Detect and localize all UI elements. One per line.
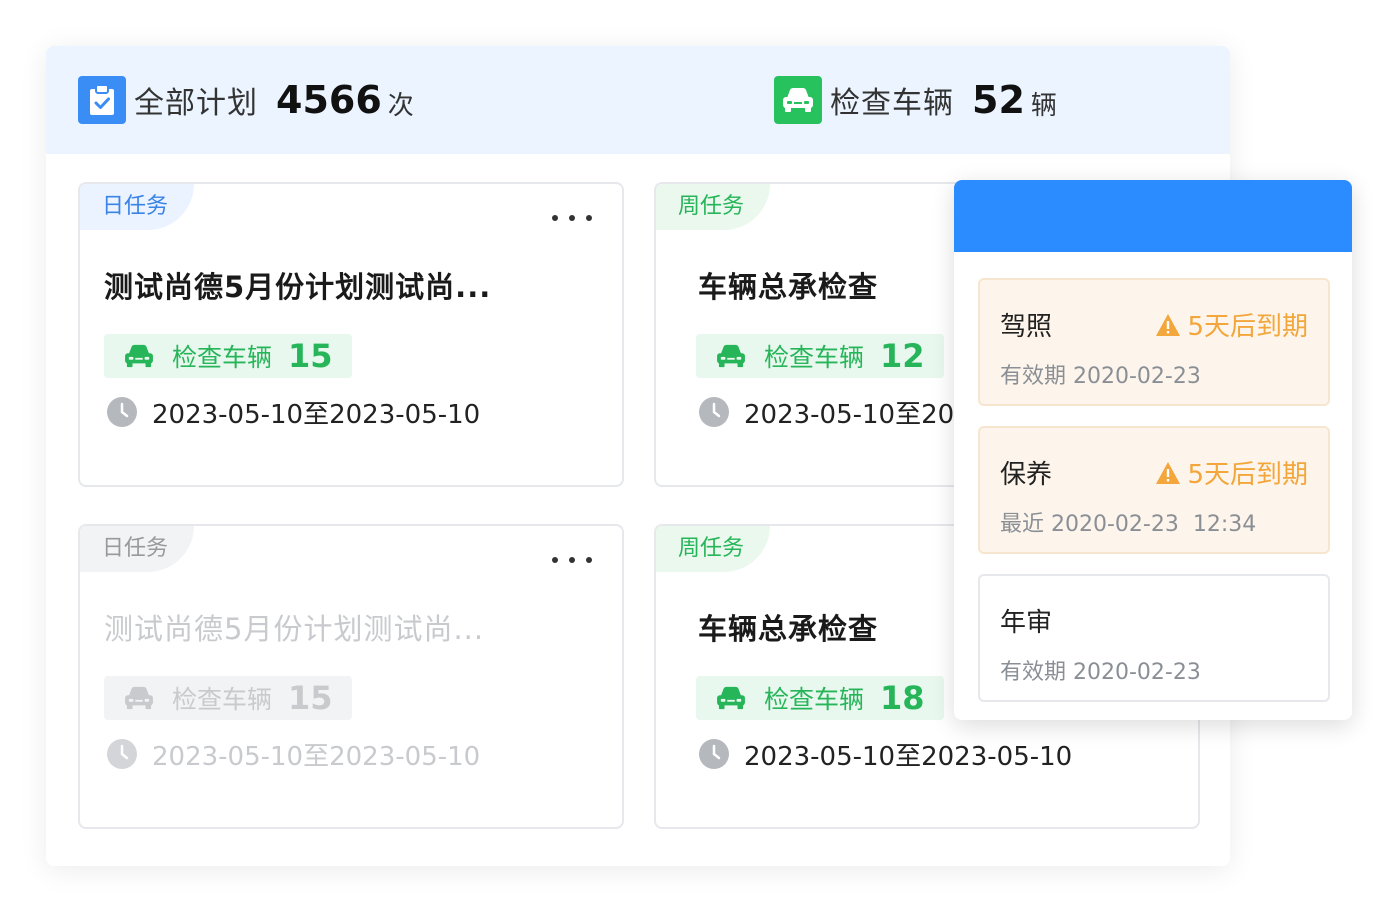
vehicle-label: 检查车辆 (764, 685, 865, 714)
task-type-tag: 周任务 (656, 526, 770, 572)
item-subtext: 最近 2020-02-23 12:34 (1000, 512, 1257, 537)
item-subtext: 有效期 2020-02-23 (1000, 364, 1201, 389)
car-icon (125, 344, 153, 368)
clipboard-check-icon (78, 76, 126, 124)
task-type-tag: 日任务 (80, 526, 194, 572)
warning-icon (1156, 461, 1181, 484)
clock-icon (107, 397, 137, 427)
vehicle-count-chip[interactable]: 检查车辆 15 (104, 334, 352, 378)
warning-icon (1156, 313, 1181, 336)
date-range: 2023-05-10至2023-05-10 (106, 394, 480, 430)
warning-text: 5天后到期 (1187, 312, 1308, 342)
car-icon (774, 76, 822, 124)
item-name: 年审 (1000, 608, 1053, 638)
total-plans-stat: 全部计划 4566 次 (78, 76, 414, 124)
date-text: 2023-05-10至20 (744, 399, 955, 430)
clock-icon (107, 739, 137, 769)
vehicle-count-chip[interactable]: 检查车辆 12 (696, 334, 944, 378)
summary-bar: 全部计划 4566 次 检查车辆 52 辆 (46, 46, 1230, 154)
more-options-button[interactable] (552, 210, 592, 226)
date-text: 2023-05-10至2023-05-10 (744, 741, 1073, 772)
expiry-warning: 5天后到期 (1155, 306, 1308, 343)
license-status-item[interactable]: 驾照 5天后到期 有效期 2020-02-23 (978, 278, 1330, 406)
vehicle-count: 15 (288, 337, 333, 375)
task-card-disabled[interactable]: 日任务 测试尚德5月份计划测试尚... 检查车辆 15 2023-05-10至2… (78, 524, 624, 829)
vehicle-count: 15 (288, 679, 333, 717)
clock-icon (699, 739, 729, 769)
vehicle-count: 12 (880, 337, 925, 375)
vehicle-label: 检查车辆 (172, 343, 273, 372)
date-text: 2023-05-10至2023-05-10 (152, 741, 481, 772)
annual-inspection-item[interactable]: 年审 有效期 2020-02-23 (978, 574, 1330, 702)
vehicles-value: 52 (972, 78, 1025, 122)
vehicle-label: 检查车辆 (172, 685, 273, 714)
warning-text: 5天后到期 (1187, 460, 1308, 490)
total-plans-value: 4566 (276, 78, 382, 122)
clock-icon (699, 397, 729, 427)
item-name: 保养 (1000, 460, 1053, 490)
task-title: 车辆总承检查 (698, 612, 879, 646)
task-type-tag: 日任务 (80, 184, 194, 230)
total-plans-unit: 次 (387, 90, 414, 121)
expiry-warning: 5天后到期 (1155, 454, 1308, 491)
car-icon (717, 686, 745, 710)
task-title: 测试尚德5月份计划测试尚... (104, 270, 492, 304)
date-text: 2023-05-10至2023-05-10 (152, 399, 481, 430)
vehicle-count-chip[interactable]: 检查车辆 18 (696, 676, 944, 720)
date-range: 2023-05-10至2023-05-10 (698, 736, 1072, 772)
task-card[interactable]: 日任务 测试尚德5月份计划测试尚... 检查车辆 15 2023-05-10至2… (78, 182, 624, 487)
vehicles-stat: 检查车辆 52 辆 (774, 76, 1057, 124)
car-icon (125, 686, 153, 710)
item-name: 驾照 (1000, 312, 1053, 342)
vehicle-count-chip: 检查车辆 15 (104, 676, 352, 720)
popover-header (954, 180, 1352, 252)
task-title: 测试尚德5月份计划测试尚... (104, 612, 485, 646)
date-range: 2023-05-10至2023-05-10 (106, 736, 480, 772)
maintenance-status-item[interactable]: 保养 5天后到期 最近 2020-02-23 12:34 (978, 426, 1330, 554)
task-type-tag: 周任务 (656, 184, 770, 230)
vehicle-count: 18 (880, 679, 925, 717)
date-range: 2023-05-10至20 (698, 394, 954, 430)
vehicles-label: 检查车辆 (830, 86, 954, 121)
more-options-button[interactable] (552, 552, 592, 568)
vehicle-label: 检查车辆 (764, 343, 865, 372)
total-plans-label: 全部计划 (134, 86, 258, 121)
vehicle-status-popover: 驾照 5天后到期 有效期 2020-02-23 保养 5天后到期 最近 2020… (954, 180, 1352, 720)
vehicles-unit: 辆 (1030, 90, 1057, 121)
task-title: 车辆总承检查 (698, 270, 879, 304)
item-subtext: 有效期 2020-02-23 (1000, 660, 1201, 685)
car-icon (717, 344, 745, 368)
